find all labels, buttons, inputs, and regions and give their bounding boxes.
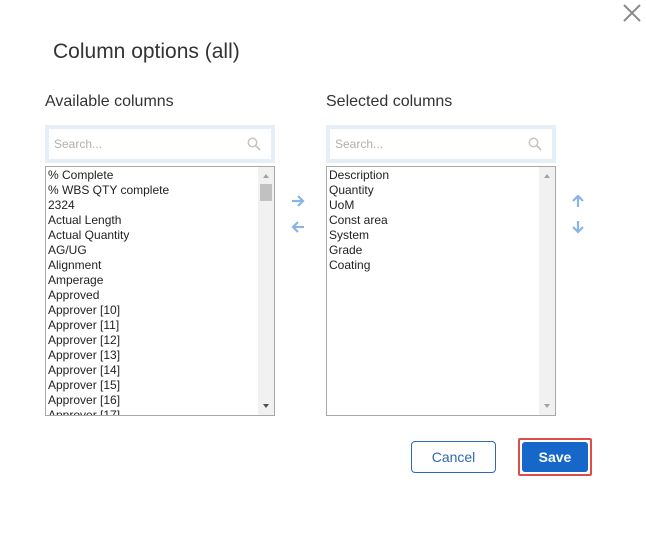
arrow-right-icon	[292, 195, 305, 207]
scroll-thumb[interactable]	[260, 184, 272, 201]
triangle-down-icon	[263, 404, 269, 408]
list-item[interactable]: Coating	[329, 258, 538, 273]
scroll-down-arrow[interactable]	[539, 398, 555, 414]
list-item[interactable]: Actual Quantity	[48, 228, 257, 243]
dialog-title: Column options (all)	[53, 40, 240, 63]
arrow-down-icon	[572, 221, 584, 234]
triangle-up-icon	[544, 174, 550, 178]
triangle-up-icon	[263, 174, 269, 178]
search-icon	[247, 137, 261, 151]
list-item[interactable]: Quantity	[329, 183, 538, 198]
cancel-button[interactable]: Cancel	[411, 441, 496, 473]
list-item[interactable]: % WBS QTY complete	[48, 183, 257, 198]
selected-columns-list[interactable]: Description Quantity UoM Const area System Gr…	[326, 166, 556, 416]
list-item[interactable]: Approver [15]	[48, 378, 257, 393]
selected-columns-label: Selected columns	[326, 93, 453, 110]
selected-search-box	[330, 129, 552, 159]
scroll-down-arrow[interactable]	[258, 398, 274, 414]
list-item[interactable]: System	[329, 228, 538, 243]
selected-search-container	[326, 125, 556, 163]
scroll-up-arrow[interactable]	[258, 168, 274, 184]
list-item[interactable]: AG/UG	[48, 243, 257, 258]
close-icon	[623, 4, 641, 22]
move-down-button[interactable]	[569, 218, 587, 236]
close-button[interactable]	[618, 0, 646, 26]
selected-search-input[interactable]	[330, 129, 552, 159]
add-to-selected-button[interactable]	[289, 192, 307, 210]
list-item[interactable]: Const area	[329, 213, 538, 228]
list-item[interactable]: Description	[329, 168, 538, 183]
available-search-container	[45, 125, 275, 163]
list-item[interactable]: Approved	[48, 288, 257, 303]
list-item[interactable]: Approver [12]	[48, 333, 257, 348]
available-scrollbar[interactable]	[258, 167, 274, 415]
list-item[interactable]: Actual Length	[48, 213, 257, 228]
scroll-up-arrow[interactable]	[539, 168, 555, 184]
triangle-down-icon	[544, 404, 550, 408]
search-icon	[528, 137, 542, 151]
list-item[interactable]: Approver [14]	[48, 363, 257, 378]
list-item[interactable]: Approver [11]	[48, 318, 257, 333]
list-item[interactable]: Alignment	[48, 258, 257, 273]
available-columns-list[interactable]: % Complete% WBS QTY complete 2324 Actual L…	[45, 166, 275, 416]
list-item[interactable]: % Complete	[48, 168, 257, 183]
arrow-left-icon	[291, 221, 304, 233]
save-button[interactable]: Save	[522, 442, 588, 472]
available-search-box	[49, 129, 271, 159]
list-item[interactable]: Approver [13]	[48, 348, 257, 363]
list-item[interactable]: Grade	[329, 243, 538, 258]
move-up-button[interactable]	[569, 192, 587, 210]
available-columns-label: Available columns	[45, 93, 174, 110]
remove-from-selected-button[interactable]	[289, 218, 307, 236]
list-item[interactable]: Amperage	[48, 273, 257, 288]
list-item[interactable]: Approver [16]	[48, 393, 257, 408]
list-item[interactable]: 2324	[48, 198, 257, 213]
available-search-input[interactable]	[49, 129, 271, 159]
list-item[interactable]: UoM	[329, 198, 538, 213]
available-items-container: % Complete% WBS QTY complete 2324 Actual L…	[48, 168, 257, 415]
list-item[interactable]: Approver [17]	[48, 408, 257, 415]
list-item[interactable]: Approver [10]	[48, 303, 257, 318]
selected-scrollbar[interactable]	[539, 167, 555, 415]
selected-items-container: Description Quantity UoM Const area System Gr…	[329, 168, 538, 273]
arrow-up-icon	[572, 194, 584, 207]
